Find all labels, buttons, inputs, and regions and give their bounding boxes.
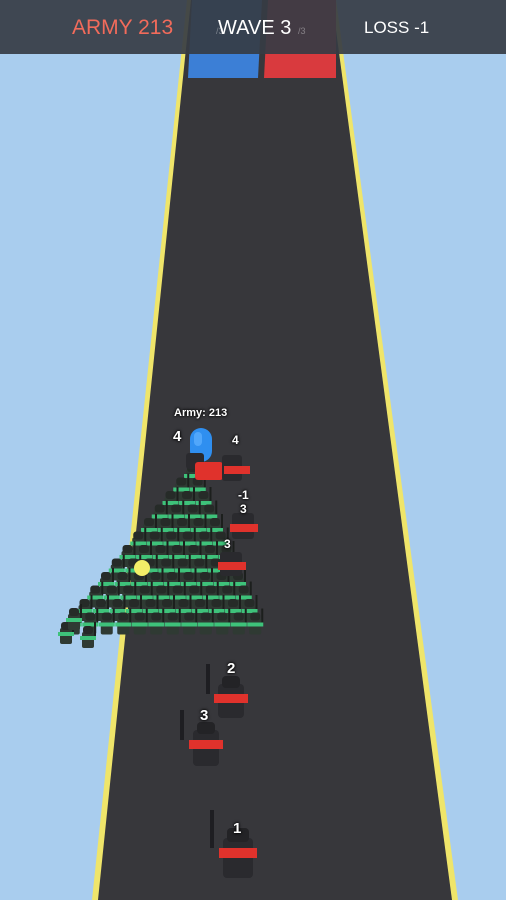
enemy-number: 2: [227, 660, 236, 677]
enemy-number: 3: [200, 707, 209, 724]
top-hud-bar: ARMY 213 WAVE 3 /3 /3 LOSS -1: [0, 0, 506, 54]
coin-pickup: [134, 560, 150, 576]
gate-counter-left: /3: [216, 26, 224, 36]
loss-label: LOSS -1: [364, 18, 430, 37]
army-count-label: ARMY 213: [72, 16, 174, 39]
enemy-number: 4: [232, 433, 239, 447]
wave-label: WAVE 3: [218, 17, 292, 39]
gate-counter-right: /3: [298, 26, 306, 36]
army-tag: Army: 213: [174, 407, 228, 419]
enemy-number: 1: [233, 820, 242, 837]
leader-number: 4: [173, 428, 182, 445]
enemy-number: 3: [224, 537, 231, 551]
game-scene: [0, 0, 506, 900]
enemy-number: 3: [240, 502, 247, 516]
minus-marker: -1: [238, 488, 249, 502]
